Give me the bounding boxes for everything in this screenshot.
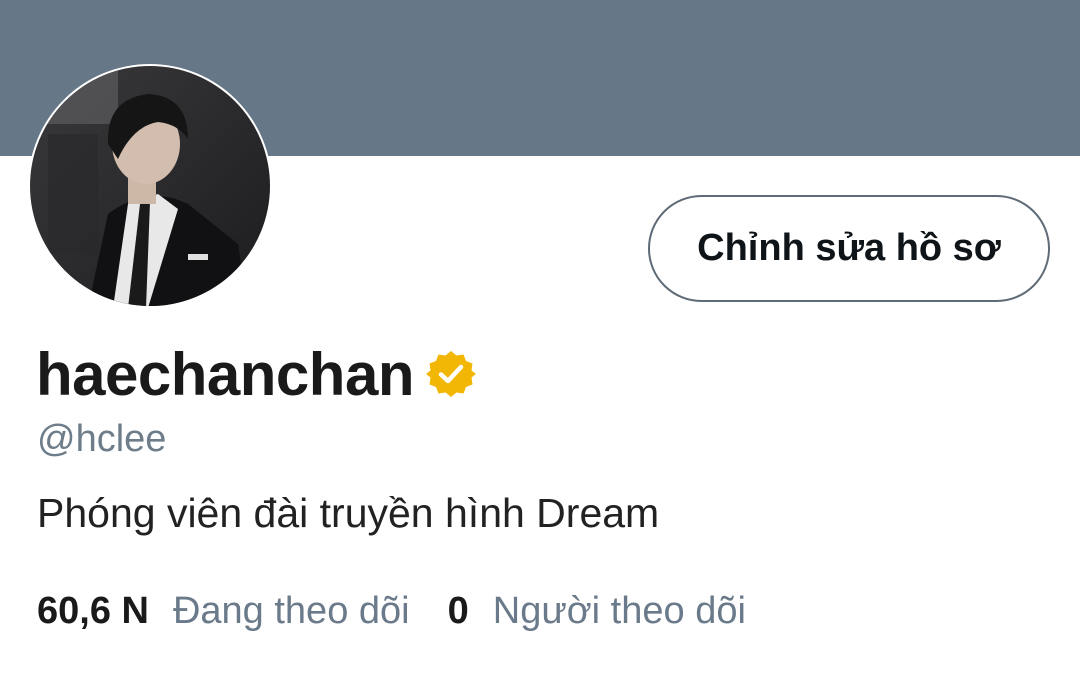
display-name: haechanchan <box>36 340 414 408</box>
avatar[interactable] <box>28 64 272 308</box>
display-name-row: haechanchan <box>36 338 476 410</box>
following-label: Đang theo dõi <box>172 590 410 632</box>
avatar-photo <box>29 65 271 307</box>
profile-page: Chỉnh sửa hồ sơ haechanchan @hclee Phóng… <box>0 0 1080 698</box>
user-handle: @hclee <box>37 418 167 460</box>
follow-stats: 60,6 N Đang theo dõi 0 Người theo dõi <box>37 590 784 633</box>
followers-stat[interactable]: 0 Người theo dõi <box>448 590 746 633</box>
profile-bio: Phóng viên đài truyền hình Dream <box>37 490 660 536</box>
following-stat[interactable]: 60,6 N Đang theo dõi <box>37 590 410 633</box>
followers-label: Người theo dõi <box>492 590 746 632</box>
following-count: 60,6 N <box>37 590 149 632</box>
verified-badge-icon[interactable] <box>425 349 476 399</box>
followers-count: 0 <box>447 590 469 632</box>
edit-profile-button[interactable]: Chỉnh sửa hồ sơ <box>648 195 1050 302</box>
